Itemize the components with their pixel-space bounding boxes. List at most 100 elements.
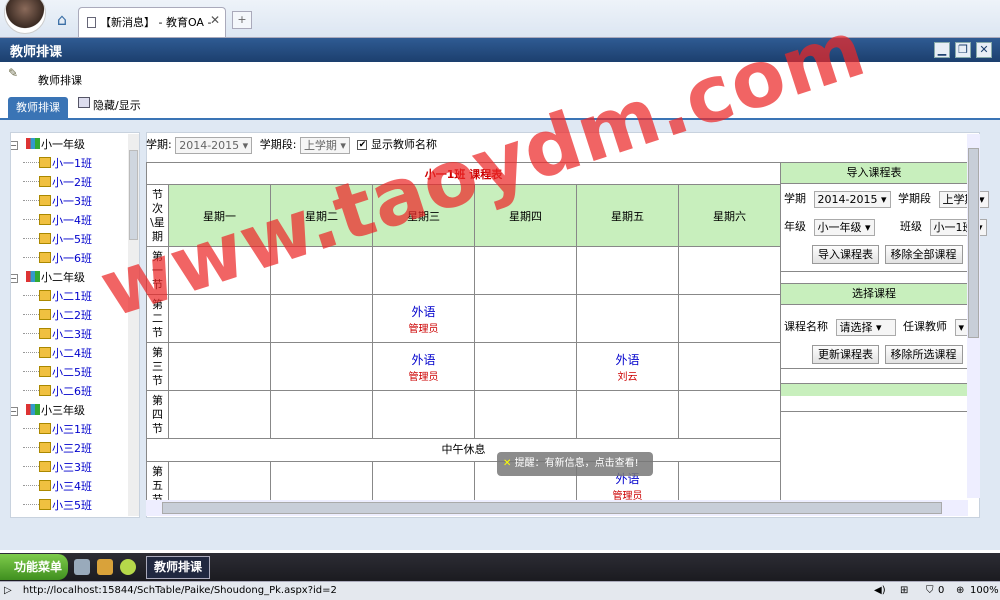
new-tab-button[interactable]: +	[232, 11, 252, 29]
function-menu-button[interactable]: 功能菜单	[0, 554, 68, 580]
remove-all-courses-button[interactable]: 移除全部课程	[884, 245, 963, 264]
tree-class-label[interactable]: 小三2班	[52, 442, 92, 455]
restore-button[interactable]: ❐	[955, 42, 971, 58]
tree-class-node[interactable]: 小一2班	[11, 173, 92, 192]
schedule-cell[interactable]	[168, 294, 271, 343]
schedule-cell[interactable]	[372, 390, 475, 439]
schedule-cell[interactable]: 外语 管理员	[372, 294, 475, 343]
folder-icon[interactable]	[97, 559, 113, 575]
semester-select[interactable]: 上学期 ▾	[299, 136, 350, 154]
tree-class-node[interactable]: 小三3班	[11, 458, 92, 477]
tree-class-label[interactable]: 小二2班	[52, 309, 92, 322]
collapse-icon[interactable]: −	[11, 141, 18, 150]
schedule-cell[interactable]	[677, 246, 782, 295]
taskbar-item-teacher-schedule[interactable]: 教师排课	[146, 556, 210, 579]
tree-class-node[interactable]: 小二1班	[11, 287, 92, 306]
schedule-cell[interactable]	[474, 390, 577, 439]
tree-grade-node[interactable]: − 小一年级	[11, 135, 85, 154]
tree-class-node[interactable]: 小一6班	[11, 249, 92, 268]
minimize-button[interactable]: ▁	[934, 42, 950, 58]
schedule-cell[interactable]	[474, 342, 577, 391]
tree-grade-label[interactable]: 小三年级	[41, 404, 85, 417]
update-schedule-button[interactable]: 更新课程表	[812, 345, 879, 364]
schedule-cell[interactable]	[576, 294, 679, 343]
tree-class-label[interactable]: 小三1班	[52, 423, 92, 436]
tree-class-label[interactable]: 小一5班	[52, 233, 92, 246]
schedule-cell[interactable]	[168, 390, 271, 439]
tree-scroll-thumb[interactable]	[129, 150, 138, 240]
schedule-cell[interactable]	[270, 342, 373, 391]
tree-class-node[interactable]: 小二4班	[11, 344, 92, 363]
toggle-panel-link[interactable]: 隐藏/显示	[93, 97, 141, 113]
tree-class-label[interactable]: 小二5班	[52, 366, 92, 379]
import-semester-select[interactable]: 上学期 ▾	[938, 190, 989, 208]
tree-class-label[interactable]: 小一1班	[52, 157, 92, 170]
toggle-panel-icon[interactable]	[78, 97, 90, 108]
tree-class-label[interactable]: 小三5班	[52, 499, 92, 512]
app-icon[interactable]	[120, 559, 136, 575]
browser-tab[interactable]: 【新消息】 - 教育OA -	[78, 7, 226, 37]
collapse-icon[interactable]: −	[11, 407, 18, 416]
schedule-cell[interactable]: 外语 刘云	[576, 342, 679, 391]
tree-class-label[interactable]: 小一2班	[52, 176, 92, 189]
tree-class-label[interactable]: 小二4班	[52, 347, 92, 360]
tree-class-node[interactable]: 小三5班	[11, 496, 92, 515]
term-select[interactable]: 2014-2015 ▾	[175, 136, 253, 154]
import-grade-select[interactable]: 小一年级 ▾	[813, 218, 875, 236]
schedule-cell[interactable]	[474, 246, 577, 295]
tree-class-label[interactable]: 小一3班	[52, 195, 92, 208]
schedule-cell[interactable]	[372, 246, 475, 295]
tree-class-label[interactable]: 小三4班	[52, 480, 92, 493]
tab-close-icon[interactable]: ✕	[210, 13, 220, 27]
import-schedule-button[interactable]: 导入课程表	[812, 245, 879, 264]
desktop-icon[interactable]	[74, 559, 90, 575]
schedule-cell[interactable]	[168, 246, 271, 295]
schedule-cell[interactable]: 外语 管理员	[372, 342, 475, 391]
schedule-cell[interactable]	[677, 294, 782, 343]
tree-class-label[interactable]: 小一4班	[52, 214, 92, 227]
schedule-cell[interactable]	[677, 342, 782, 391]
tree-class-node[interactable]: 小二5班	[11, 363, 92, 382]
tree-class-label[interactable]: 小三3班	[52, 461, 92, 474]
main-vertical-scroll-thumb[interactable]	[968, 148, 979, 338]
tree-grade-label[interactable]: 小一年级	[41, 138, 85, 151]
close-button[interactable]: ✕	[976, 42, 992, 58]
schedule-cell[interactable]	[270, 294, 373, 343]
tree-class-node[interactable]: 小三2班	[11, 439, 92, 458]
tree-class-label[interactable]: 小二1班	[52, 290, 92, 303]
tab-teacher-schedule[interactable]: 教师排课	[8, 97, 68, 120]
tree-class-node[interactable]: 小一5班	[11, 230, 92, 249]
schedule-cell[interactable]	[677, 390, 782, 439]
toast-close-icon[interactable]: ✕	[503, 458, 511, 469]
collapse-icon[interactable]: −	[11, 274, 18, 283]
remove-selected-course-button[interactable]: 移除所选课程	[884, 345, 963, 364]
speaker-icon[interactable]: ◀)	[874, 582, 886, 600]
schedule-cell[interactable]	[576, 390, 679, 439]
import-term-select[interactable]: 2014-2015 ▾	[813, 190, 891, 208]
home-icon[interactable]: ⌂	[52, 10, 72, 30]
tree-class-label[interactable]: 小二6班	[52, 385, 92, 398]
tree-class-label[interactable]: 小一6班	[52, 252, 92, 265]
tree-class-label[interactable]: 小二3班	[52, 328, 92, 341]
shield-icon[interactable]: ⛉	[926, 582, 934, 600]
tree-grade-node[interactable]: − 小三年级	[11, 401, 85, 420]
tree-class-node[interactable]: 小二3班	[11, 325, 92, 344]
main-horizontal-scroll-thumb[interactable]	[162, 502, 942, 514]
network-icon[interactable]: ⊞	[900, 582, 908, 600]
tree-class-node[interactable]: 小一3班	[11, 192, 92, 211]
schedule-cell[interactable]	[168, 342, 271, 391]
toast-text[interactable]: 提醒：有新信息，点击查看!	[515, 458, 639, 469]
tree-class-node[interactable]: 小一4班	[11, 211, 92, 230]
tree-grade-label[interactable]: 小二年级	[41, 271, 85, 284]
zoom-icon[interactable]: ⊕	[956, 582, 964, 600]
schedule-cell[interactable]	[270, 390, 373, 439]
schedule-cell[interactable]	[270, 246, 373, 295]
schedule-cell[interactable]	[474, 294, 577, 343]
tree-class-node[interactable]: 小一1班	[11, 154, 92, 173]
schedule-cell[interactable]	[576, 246, 679, 295]
course-select[interactable]: 请选择 ▾	[835, 318, 896, 336]
tree-class-node[interactable]: 小三1班	[11, 420, 92, 439]
new-message-toast[interactable]: ✕ 提醒：有新信息，点击查看!	[497, 452, 653, 476]
tree-class-node[interactable]: 小三4班	[11, 477, 92, 496]
tree-class-node[interactable]: 小二2班	[11, 306, 92, 325]
